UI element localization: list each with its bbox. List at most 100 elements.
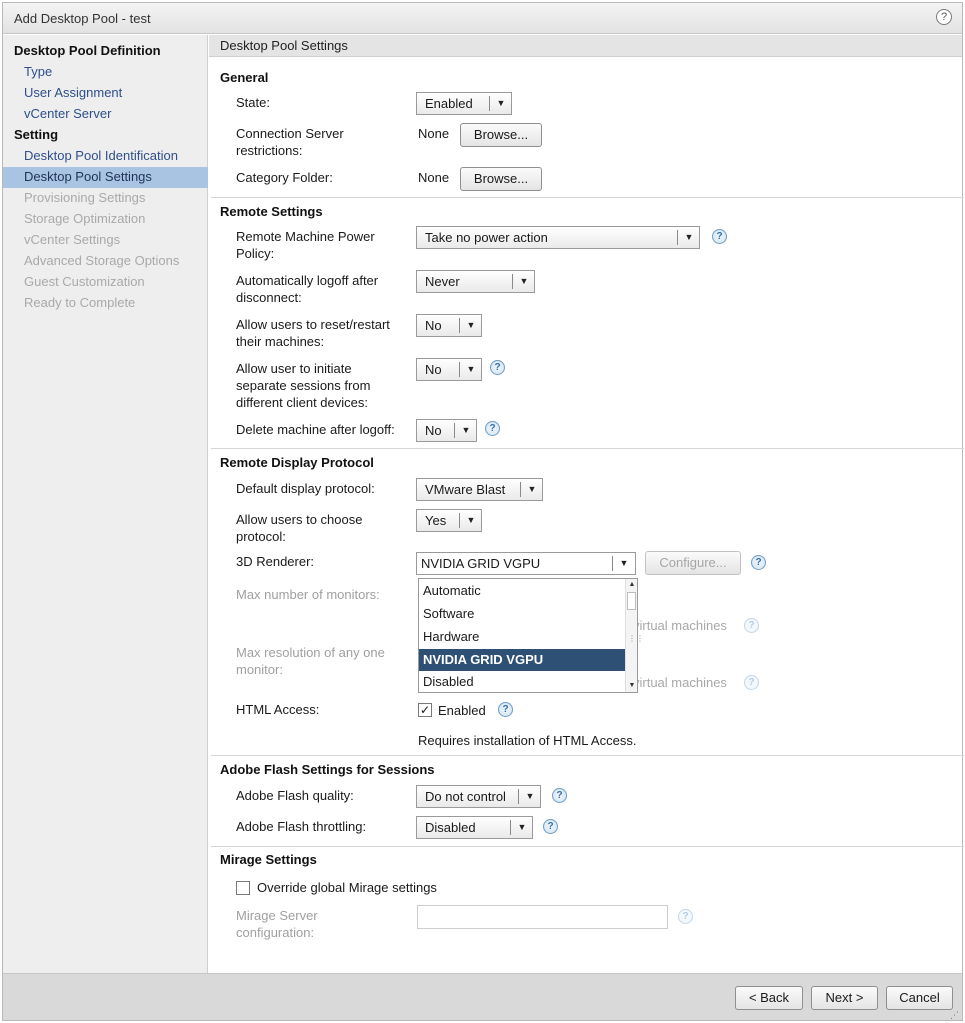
mirage-server-help-icon: ?	[678, 909, 693, 924]
chevron-down-icon: ▼	[619, 558, 629, 568]
section-mirage-title: Mirage Settings	[220, 852, 317, 867]
resolution-vm-note: virtual machines	[633, 675, 727, 690]
back-button[interactable]: < Back	[735, 986, 803, 1010]
mirage-server-input[interactable]	[417, 905, 668, 929]
chevron-down-icon: ▼	[684, 232, 694, 242]
title-bar: Add Desktop Pool - test ?	[3, 3, 962, 34]
delete-machine-help-icon[interactable]: ?	[485, 421, 500, 436]
sidebar-item-vcenter-settings: vCenter Settings	[24, 232, 121, 247]
cancel-button[interactable]: Cancel	[886, 986, 953, 1010]
monitors-vm-note: virtual machines	[633, 618, 727, 633]
divider	[211, 846, 964, 847]
section-remote-title: Remote Settings	[220, 204, 323, 219]
resolution-help-icon: ?	[744, 675, 759, 690]
section-general-title: General	[220, 70, 269, 85]
category-folder-browse-button[interactable]: Browse...	[460, 167, 542, 191]
state-select[interactable]: Enabled ▼	[416, 92, 512, 115]
scroll-down-icon[interactable]: ▼	[626, 680, 638, 692]
renderer-select[interactable]: NVIDIA GRID VGPU ▼	[416, 552, 636, 575]
html-access-checkbox[interactable]: ✓	[418, 703, 432, 717]
renderer-value: NVIDIA GRID VGPU	[421, 556, 541, 571]
help-icon[interactable]: ?	[936, 9, 952, 25]
delete-machine-value: No	[425, 423, 442, 438]
delete-machine-select[interactable]: No ▼	[416, 419, 477, 442]
panel-header: Desktop Pool Settings	[209, 35, 962, 57]
grip-icon: ⋮⋮	[628, 634, 644, 643]
divider	[211, 197, 964, 198]
sidebar-item-storage-optimization: Storage Optimization	[24, 211, 146, 226]
choose-protocol-label: Allow users to choose protocol:	[236, 512, 363, 544]
flash-throttling-help-icon[interactable]: ?	[543, 819, 558, 834]
sidebar-item-ready-to-complete: Ready to Complete	[24, 295, 136, 310]
power-policy-help-icon[interactable]: ?	[712, 229, 727, 244]
flash-quality-select[interactable]: Do not control ▼	[416, 785, 541, 808]
chevron-down-icon: ▼	[525, 791, 535, 801]
reset-restart-select[interactable]: No ▼	[416, 314, 482, 337]
state-select-value: Enabled	[425, 96, 473, 111]
next-button[interactable]: Next >	[811, 986, 878, 1010]
override-mirage-label: Override global Mirage settings	[257, 880, 437, 895]
chevron-down-icon: ▼	[517, 822, 527, 832]
flash-throttling-label: Adobe Flash throttling:	[236, 819, 367, 834]
sidebar-item-vcenter-server[interactable]: vCenter Server	[3, 104, 208, 125]
flash-quality-value: Do not control	[425, 789, 506, 804]
renderer-option-disabled[interactable]: Disabled	[419, 671, 625, 693]
flash-throttling-select[interactable]: Disabled ▼	[416, 816, 533, 839]
power-policy-select[interactable]: Take no power action ▼	[416, 226, 700, 249]
renderer-option-automatic[interactable]: Automatic	[419, 580, 625, 602]
chevron-down-icon: ▼	[466, 364, 476, 374]
auto-logoff-select[interactable]: Never ▼	[416, 270, 535, 293]
sidebar-item-setting: Setting	[14, 127, 59, 142]
renderer-option-nvidia-grid-vgpu[interactable]: NVIDIA GRID VGPU	[419, 649, 625, 671]
category-folder-value: None	[418, 170, 450, 185]
scroll-thumb[interactable]	[627, 592, 636, 610]
power-policy-label: Remote Machine Power Policy:	[236, 229, 375, 261]
flash-quality-label: Adobe Flash quality:	[236, 788, 354, 803]
power-policy-value: Take no power action	[425, 230, 548, 245]
default-protocol-label: Default display protocol:	[236, 481, 375, 496]
connection-server-label: Connection Server restrictions:	[236, 126, 344, 158]
chevron-down-icon: ▼	[461, 425, 471, 435]
default-protocol-select[interactable]: VMware Blast ▼	[416, 478, 543, 501]
delete-machine-label: Delete machine after logoff:	[236, 422, 395, 437]
separate-sessions-select[interactable]: No ▼	[416, 358, 482, 381]
max-monitors-label: Max number of monitors:	[236, 587, 380, 602]
choose-protocol-select[interactable]: Yes ▼	[416, 509, 482, 532]
connection-server-value: None	[418, 126, 450, 141]
html-access-help-icon[interactable]: ?	[498, 702, 513, 717]
flash-throttling-value: Disabled	[425, 820, 476, 835]
sidebar-item-desktop-pool-identification[interactable]: Desktop Pool Identification	[3, 146, 208, 167]
sidebar-item-desktop-pool-settings[interactable]: Desktop Pool Settings	[3, 167, 208, 188]
auto-logoff-value: Never	[425, 274, 460, 289]
override-mirage-checkbox[interactable]	[236, 881, 250, 895]
scroll-up-icon[interactable]: ▲	[626, 579, 638, 591]
sidebar-item-type[interactable]: Type	[3, 62, 208, 83]
section-display-title: Remote Display Protocol	[220, 455, 374, 470]
html-access-label: HTML Access:	[236, 702, 320, 717]
sidebar-item-user-assignment[interactable]: User Assignment	[3, 83, 208, 104]
monitors-help-icon: ?	[744, 618, 759, 633]
sidebar-item-desktop-pool-definition: Desktop Pool Definition	[14, 43, 161, 58]
separate-sessions-help-icon[interactable]: ?	[490, 360, 505, 375]
renderer-label: 3D Renderer:	[236, 554, 315, 569]
html-access-value: Enabled	[438, 703, 486, 718]
reset-restart-label: Allow users to reset/restart their machi…	[236, 317, 390, 349]
renderer-dropdown-list: Automatic Software Hardware NVIDIA GRID …	[418, 578, 644, 693]
resize-grip-icon[interactable]: ⋰	[950, 1011, 959, 1020]
chevron-down-icon: ▼	[527, 484, 537, 494]
html-access-note: Requires installation of HTML Access.	[418, 733, 637, 748]
connection-server-browse-button[interactable]: Browse...	[460, 123, 542, 147]
divider	[211, 448, 964, 449]
renderer-option-hardware[interactable]: Hardware	[419, 626, 625, 648]
auto-logoff-label: Automatically logoff after disconnect:	[236, 273, 379, 305]
max-resolution-label: Max resolution of any one monitor:	[236, 645, 385, 677]
wizard-sidebar: Desktop Pool Definition Type User Assign…	[3, 35, 208, 973]
flash-quality-help-icon[interactable]: ?	[552, 788, 567, 803]
default-protocol-value: VMware Blast	[425, 482, 506, 497]
configure-button[interactable]: Configure...	[645, 551, 741, 575]
wizard-footer: < Back Next > Cancel ⋰	[3, 973, 962, 1020]
divider	[211, 755, 964, 756]
renderer-help-icon[interactable]: ?	[751, 555, 766, 570]
dropdown-scrollbar[interactable]: ▲ ⋮⋮ ▼	[625, 579, 644, 692]
renderer-option-software[interactable]: Software	[419, 603, 625, 625]
